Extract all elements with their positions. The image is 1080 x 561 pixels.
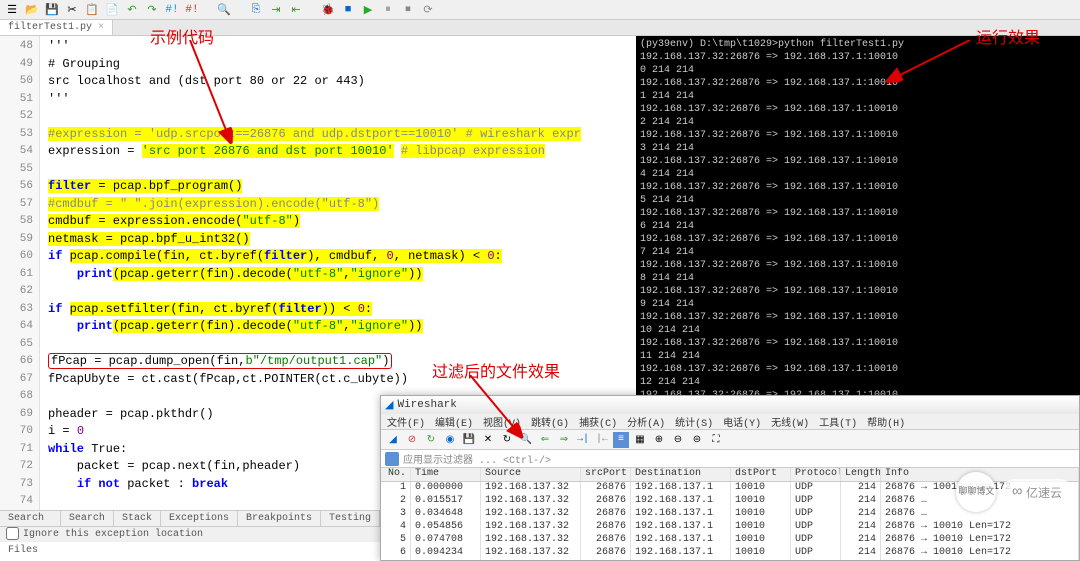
stop-icon[interactable]: ■ <box>340 2 356 18</box>
restart-icon[interactable]: ⟳ <box>420 2 436 18</box>
annotation-result: 运行效果 <box>976 24 1040 48</box>
ws-menu-item[interactable]: 捕获(C) <box>579 414 617 430</box>
ws-first-icon[interactable]: |← <box>594 432 610 448</box>
ignore-exception-checkbox[interactable] <box>6 527 19 540</box>
ws-menu-item[interactable]: 跳转(G) <box>531 414 569 430</box>
filter-bookmark-icon[interactable] <box>385 452 399 466</box>
watermark-logo: ∞亿速云 <box>1002 479 1072 505</box>
ws-zoomout-icon[interactable]: ⊖ <box>670 432 686 448</box>
undo-icon[interactable]: ↶ <box>124 2 140 18</box>
arrow-result <box>880 40 980 90</box>
goto-icon[interactable]: ⎘ <box>248 2 264 18</box>
ws-colorize-icon[interactable]: ▦ <box>632 432 648 448</box>
arrow-example <box>150 40 250 150</box>
copy-icon[interactable]: 📋 <box>84 2 100 18</box>
bottom-tab[interactable]: Exceptions <box>161 511 238 526</box>
debug-icon[interactable]: 🐞 <box>320 2 336 18</box>
bottom-tab[interactable]: Testing <box>321 511 380 526</box>
ws-menu-item[interactable]: 分析(A) <box>627 414 665 430</box>
status-bar: Ignore this exception location <box>0 526 380 542</box>
packet-row[interactable]: 40.054856192.168.137.3226876192.168.137.… <box>381 521 1079 534</box>
annotation-example: 示例代码 <box>150 24 214 48</box>
ws-restart-icon[interactable]: ↻ <box>423 432 439 448</box>
ws-capture-icon[interactable]: ◉ <box>442 432 458 448</box>
packet-row[interactable]: 60.094234192.168.137.3226876192.168.137.… <box>381 547 1079 560</box>
wireshark-filter[interactable]: 应用显示过滤器 ... <Ctrl-/> <box>381 450 1079 468</box>
bottom-tab[interactable]: Breakpoints <box>238 511 321 526</box>
menu-icon[interactable]: ☰ <box>4 2 20 18</box>
ws-menu-item[interactable]: 帮助(H) <box>867 414 905 430</box>
ws-goto-icon[interactable]: →| <box>575 432 591 448</box>
annotation-filtered: 过滤后的文件效果 <box>432 358 560 382</box>
indent-icon[interactable]: ⇥ <box>268 2 284 18</box>
ws-autoscroll-icon[interactable]: ≡ <box>613 432 629 448</box>
file-tab[interactable]: filterTest1.py × <box>0 20 113 35</box>
ws-menu-item[interactable]: 统计(S) <box>675 414 713 430</box>
ws-menu-item[interactable]: 电话(Y) <box>723 414 761 430</box>
arrow-filtered <box>460 375 530 445</box>
bottom-panel-tabs[interactable]: Search in FilesSearchStack DataException… <box>0 510 380 526</box>
ws-open-icon[interactable]: ◢ <box>385 432 401 448</box>
bottom-tab[interactable]: Search <box>61 511 114 526</box>
ws-zoom100-icon[interactable]: ⊜ <box>689 432 705 448</box>
find-icon[interactable]: 🔍 <box>216 2 232 18</box>
cut-icon[interactable]: ✂ <box>64 2 80 18</box>
uncomment-icon[interactable]: #! <box>184 2 200 18</box>
ws-resize-icon[interactable]: ⛶ <box>708 432 724 448</box>
bottom-tab[interactable]: Stack Data <box>114 511 161 526</box>
ws-next-icon[interactable]: ⇒ <box>556 432 572 448</box>
comment-icon[interactable]: #! <box>164 2 180 18</box>
watermark: 聊聊博文 ∞亿速云 <box>956 472 1072 512</box>
redo-icon[interactable]: ↷ <box>144 2 160 18</box>
watermark-badge: 聊聊博文 <box>956 472 996 512</box>
ws-stop-icon[interactable]: ⊘ <box>404 432 420 448</box>
ws-prev-icon[interactable]: ⇐ <box>537 432 553 448</box>
save-icon[interactable]: 💾 <box>44 2 60 18</box>
pause-icon[interactable]: ⏸ <box>380 2 396 18</box>
close-icon[interactable]: × <box>98 22 104 33</box>
open-icon[interactable]: 📂 <box>24 2 40 18</box>
stop2-icon[interactable]: ⏹ <box>400 2 416 18</box>
wireshark-icon: ◢ <box>385 398 393 412</box>
run-icon[interactable]: ▶ <box>360 2 376 18</box>
ws-zoomin-icon[interactable]: ⊕ <box>651 432 667 448</box>
dedent-icon[interactable]: ⇤ <box>288 2 304 18</box>
ws-menu-item[interactable]: 文件(F) <box>387 414 425 430</box>
ws-menu-item[interactable]: 工具(T) <box>819 414 857 430</box>
bottom-tab[interactable]: Search in Files <box>0 511 61 526</box>
packet-row[interactable]: 50.074708192.168.137.3226876192.168.137.… <box>381 534 1079 547</box>
line-gutter: 4849505152535455565758596061626364656667… <box>0 36 40 510</box>
paste-icon[interactable]: 📄 <box>104 2 120 18</box>
ws-menu-item[interactable]: 无线(W) <box>771 414 809 430</box>
main-toolbar: ☰ 📂 💾 ✂ 📋 📄 ↶ ↷ #! #! 🔍 ⎘ ⇥ ⇤ 🐞 ■ ▶ ⏸ ⏹ … <box>0 0 1080 20</box>
